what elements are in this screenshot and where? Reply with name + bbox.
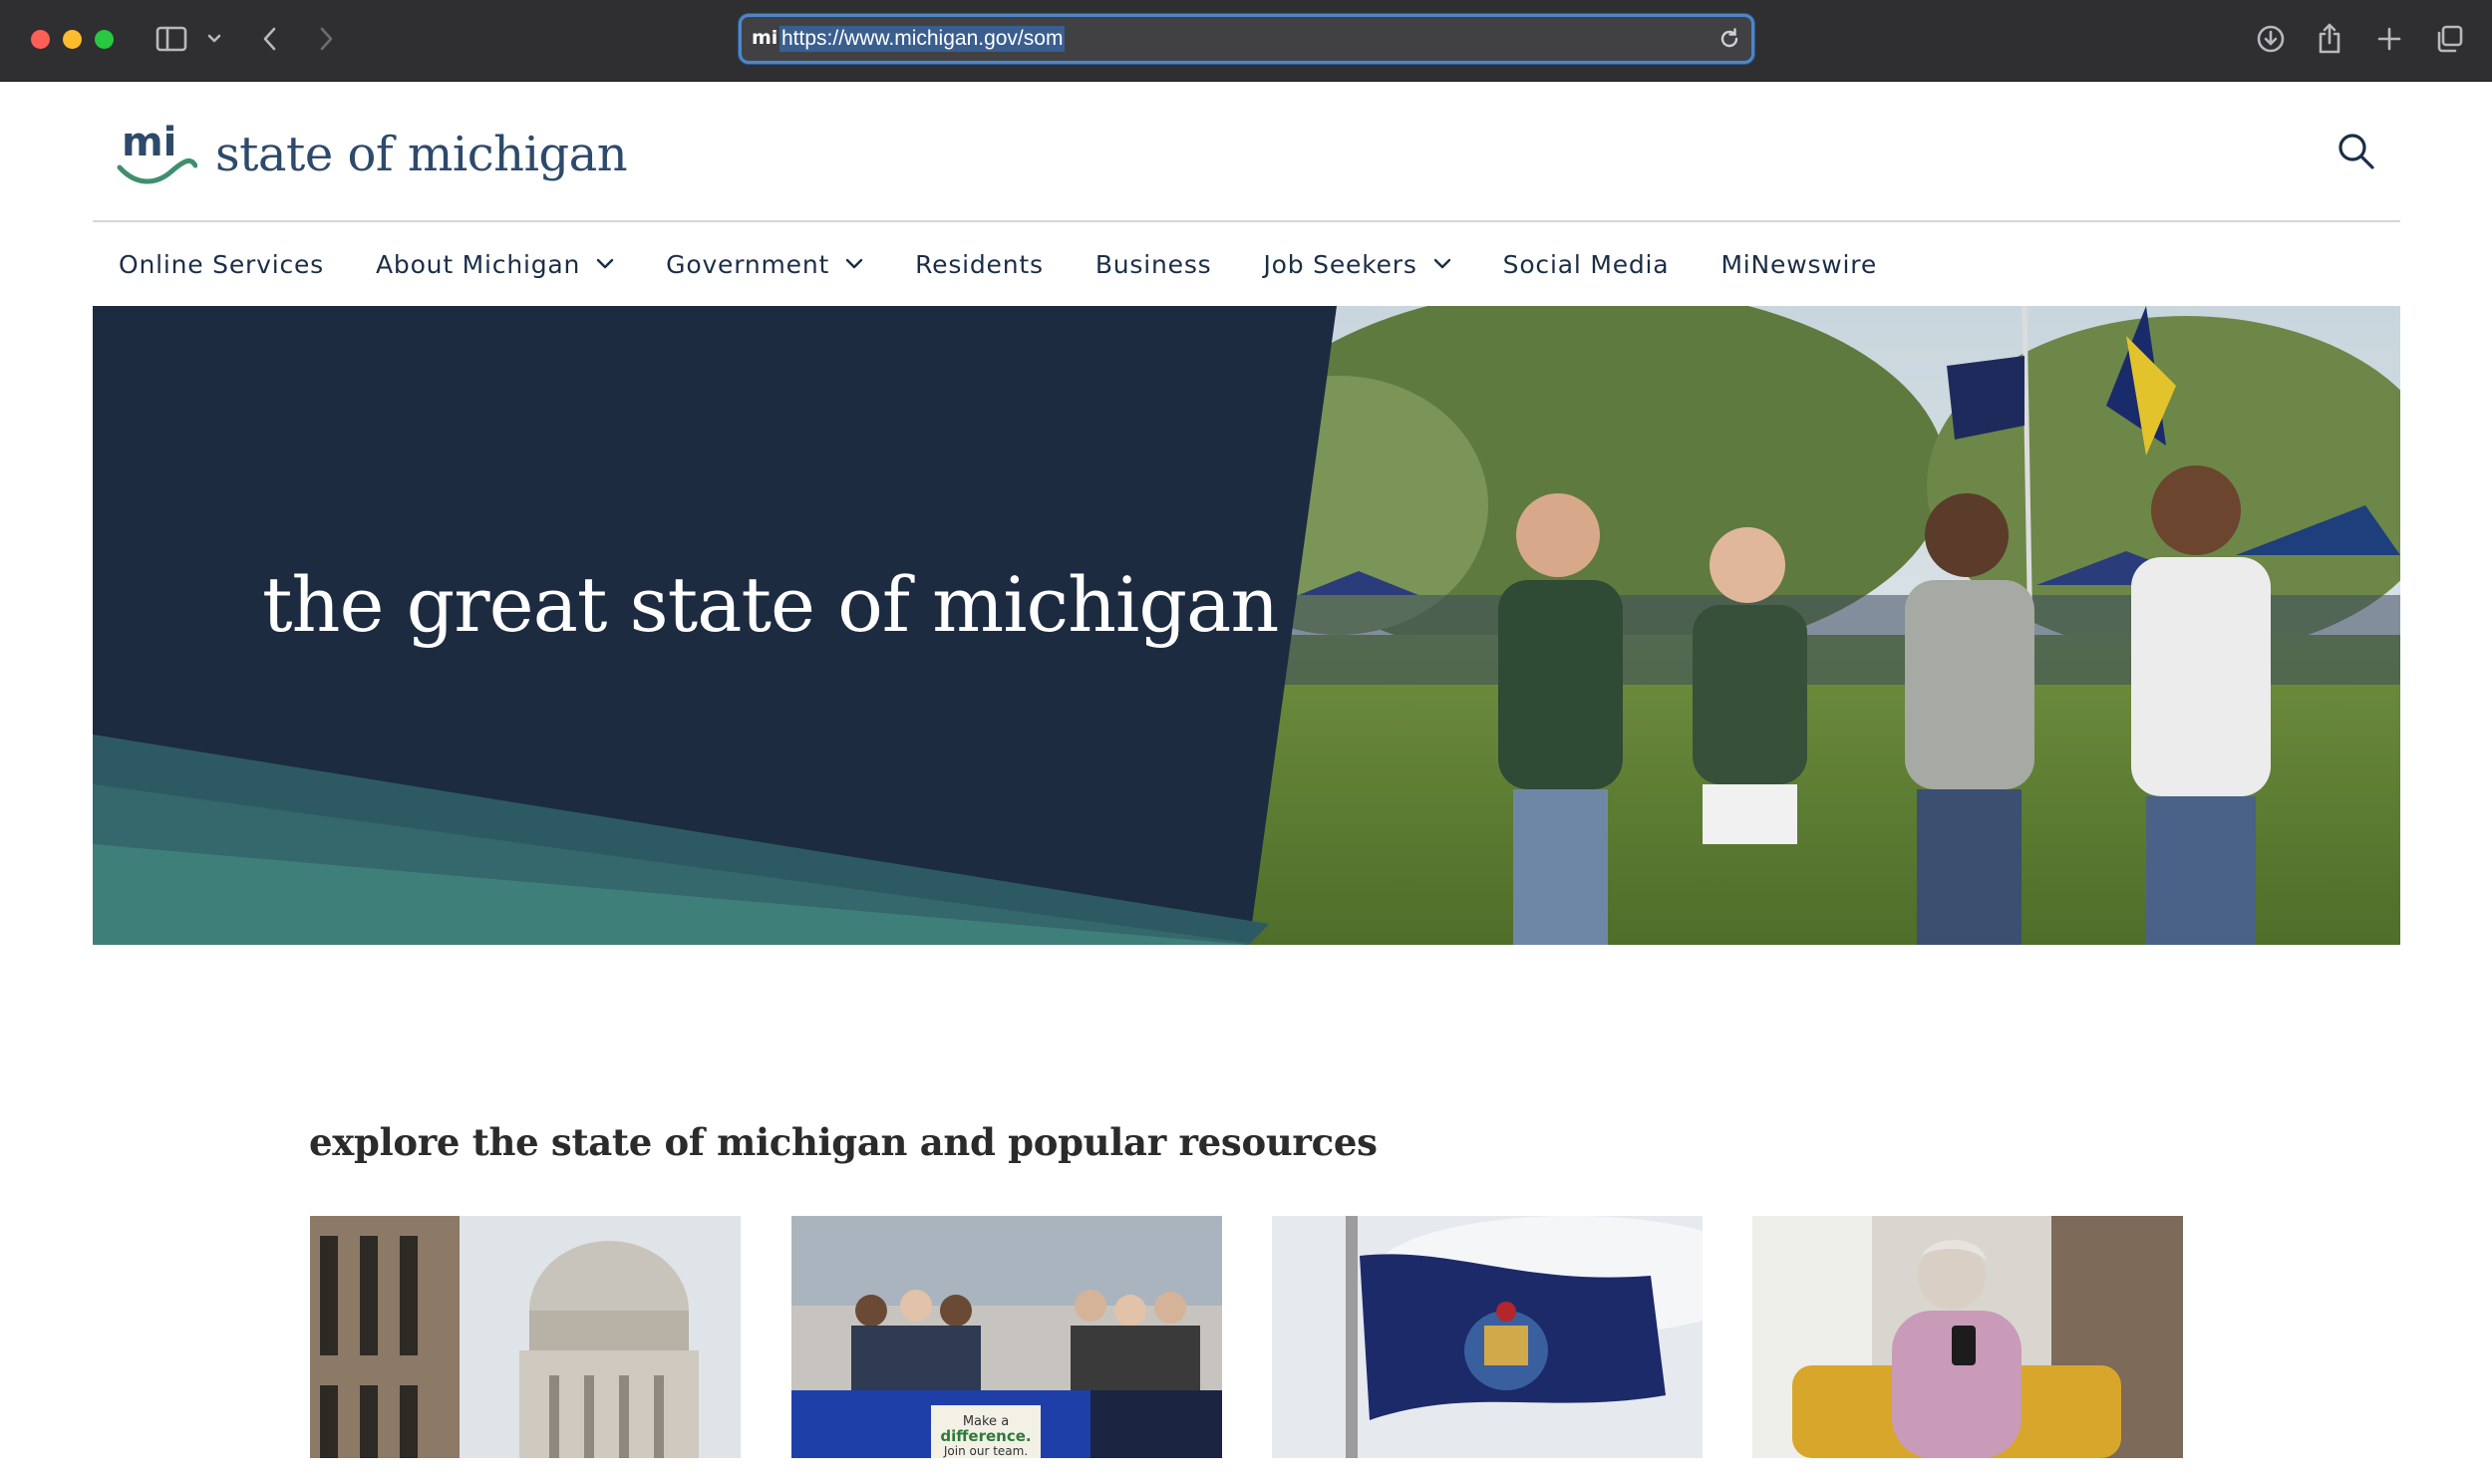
resource-card-online[interactable] xyxy=(1752,1216,2183,1458)
resource-card-flag[interactable] xyxy=(1272,1216,1703,1458)
minimize-window-button[interactable] xyxy=(63,30,82,49)
back-icon[interactable] xyxy=(257,22,283,56)
forward-icon[interactable] xyxy=(313,22,339,56)
svg-text:mi: mi xyxy=(122,120,176,165)
nav-item-business[interactable]: Business xyxy=(1095,250,1212,279)
header-divider xyxy=(93,220,2400,222)
nav-item-label: Government xyxy=(666,249,830,279)
michigan-flag-image xyxy=(1272,1216,1703,1458)
nav-item-minewswire[interactable]: MiNewswire xyxy=(1720,250,1877,279)
chevron-down-icon[interactable] xyxy=(596,258,614,270)
nav-item-label: Job Seekers xyxy=(1263,249,1417,279)
hero-title: the great state of michigan xyxy=(262,560,1279,649)
nav-item-government[interactable]: Government xyxy=(666,250,863,279)
address-bar[interactable]: mi https://www.michigan.gov/som xyxy=(739,14,1754,64)
nav-item-job-seekers[interactable]: Job Seekers xyxy=(1263,250,1450,279)
hero-banner: the great state of michigan xyxy=(93,306,2400,945)
reload-icon[interactable] xyxy=(1717,27,1741,56)
nav-item-label: Residents xyxy=(915,249,1044,279)
woman-with-phone-image xyxy=(1752,1216,2183,1458)
chevron-down-icon[interactable] xyxy=(1433,258,1451,270)
explore-heading: explore the state of michigan and popula… xyxy=(309,1120,1378,1164)
job-fair-image: Make a difference. Join our team. xyxy=(791,1216,1222,1458)
logo-text: state of michigan xyxy=(215,127,628,182)
resource-card-careers[interactable]: Make a difference. Join our team. xyxy=(791,1216,1222,1458)
new-tab-icon[interactable] xyxy=(2372,22,2406,56)
nav-item-social-media[interactable]: Social Media xyxy=(1503,250,1670,279)
nav-item-label: About Michigan xyxy=(376,249,581,279)
tab-overview-icon[interactable] xyxy=(2432,22,2466,56)
nav-item-label: Social Media xyxy=(1502,249,1670,279)
site-logo[interactable]: mi state of michigan xyxy=(116,120,628,189)
site-favicon-icon: mi xyxy=(752,27,779,49)
nav-item-residents[interactable]: Residents xyxy=(915,250,1044,279)
zoom-window-button[interactable] xyxy=(95,30,114,49)
nav-item-about-michigan[interactable]: About Michigan xyxy=(376,250,614,279)
svg-text:Join our team.: Join our team. xyxy=(943,1444,1028,1458)
sidebar-toggle-icon[interactable] xyxy=(154,22,189,56)
chevron-down-icon[interactable] xyxy=(845,258,863,270)
michigan-logo-mark: mi xyxy=(116,120,198,189)
nav-item-label: MiNewswire xyxy=(1720,249,1878,279)
chevron-down-icon[interactable] xyxy=(203,22,225,56)
downloads-icon[interactable] xyxy=(2254,22,2288,56)
nav-item-label: Online Services xyxy=(119,249,325,279)
browser-toolbar: mi https://www.michigan.gov/som xyxy=(0,0,2492,82)
svg-text:difference.: difference. xyxy=(940,1427,1031,1445)
capitol-image xyxy=(310,1216,741,1458)
nav-item-label: Business xyxy=(1094,249,1212,279)
main-navigation: Online Services About Michigan Government R… xyxy=(93,243,1903,285)
nav-item-online-services[interactable]: Online Services xyxy=(119,250,324,279)
resource-card-capitol[interactable] xyxy=(310,1216,741,1458)
close-window-button[interactable] xyxy=(31,30,50,49)
search-icon[interactable] xyxy=(2336,132,2376,171)
url-text[interactable]: https://www.michigan.gov/som xyxy=(779,26,1066,52)
share-icon[interactable] xyxy=(2313,22,2346,56)
